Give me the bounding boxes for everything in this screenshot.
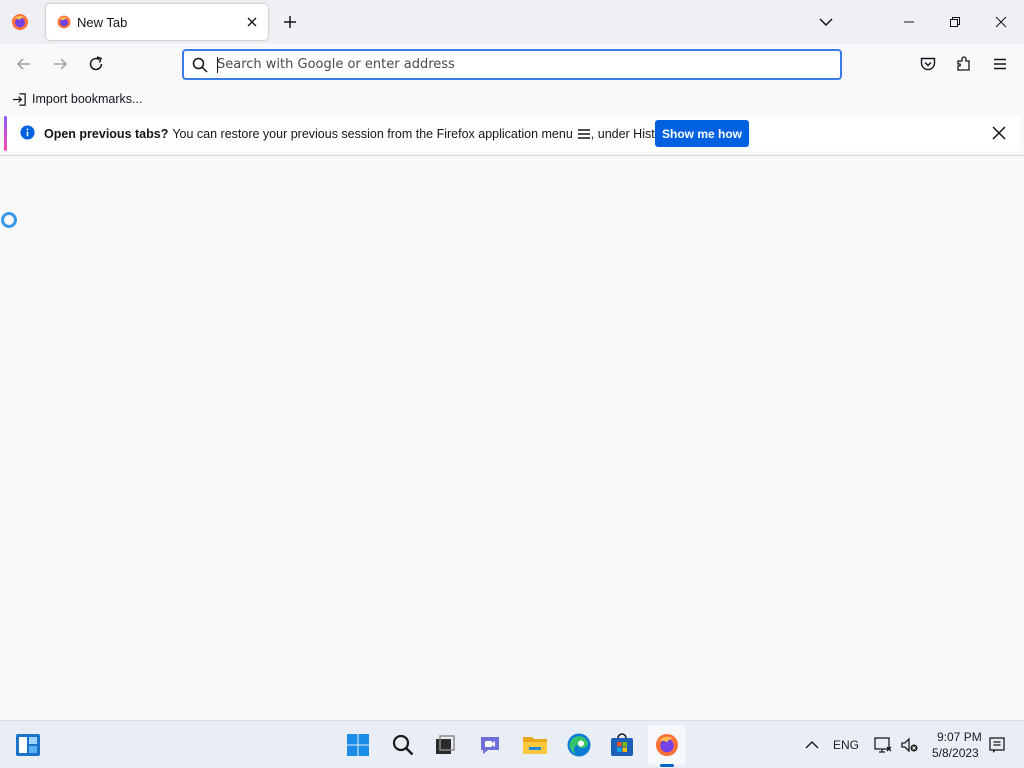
network-icon[interactable] <box>869 731 897 759</box>
volume-muted-icon[interactable] <box>895 731 923 759</box>
task-view-icon[interactable] <box>431 731 459 759</box>
notifications-icon[interactable] <box>983 731 1011 759</box>
chevron-down-icon[interactable] <box>816 12 836 32</box>
store-icon[interactable] <box>608 731 636 759</box>
restore-icon <box>950 17 960 27</box>
notification-title: Open previous tabs? <box>44 127 169 141</box>
restore-button[interactable] <box>932 0 978 44</box>
hamburger-menu-icon <box>577 129 590 139</box>
tab-strip: New Tab <box>0 0 1024 44</box>
close-window-button[interactable] <box>978 0 1024 44</box>
language-indicator[interactable]: ENG <box>833 738 859 752</box>
nav-bar <box>0 44 1024 86</box>
search-icon <box>191 56 209 74</box>
firefox-icon <box>56 14 72 30</box>
widgets-icon[interactable] <box>14 731 42 759</box>
show-me-how-button[interactable]: Show me how <box>655 120 749 147</box>
new-tab-icon[interactable] <box>280 12 300 32</box>
extensions-icon[interactable] <box>954 54 974 74</box>
edge-icon[interactable] <box>565 731 593 759</box>
file-explorer-icon[interactable] <box>521 731 549 759</box>
start-icon[interactable] <box>344 731 372 759</box>
import-bookmarks-button[interactable]: Import bookmarks... <box>12 90 142 108</box>
notification-body: You can restore your previous session fr… <box>172 127 573 141</box>
tab-title: New Tab <box>77 15 128 30</box>
loading-spinner-icon <box>0 211 20 231</box>
session-restore-notification: Open previous tabs? You can restore your… <box>4 116 1020 151</box>
taskbar-running-indicator <box>660 764 674 767</box>
close-icon <box>995 16 1007 28</box>
pocket-icon[interactable] <box>918 54 938 74</box>
import-icon <box>12 92 26 106</box>
back-arrow-icon[interactable] <box>14 54 34 74</box>
reload-icon[interactable] <box>86 54 106 74</box>
bookmarks-toolbar: Import bookmarks... <box>0 86 1024 112</box>
app-menu-icon[interactable] <box>990 54 1010 74</box>
import-bookmarks-label: Import bookmarks... <box>32 92 143 106</box>
firefox-view-icon[interactable] <box>10 12 30 32</box>
clock-date[interactable]: 5/8/2023 <box>932 746 979 760</box>
tab-new-tab[interactable]: New Tab <box>46 4 268 40</box>
notification-accent <box>4 116 7 151</box>
clock-time[interactable]: 9:07 PM <box>937 730 982 744</box>
chevron-up-icon[interactable] <box>798 731 826 759</box>
page-content <box>0 156 1024 720</box>
info-icon <box>20 125 35 140</box>
close-tab-icon[interactable] <box>244 14 260 30</box>
chat-icon[interactable] <box>476 731 504 759</box>
firefox-icon[interactable] <box>653 731 681 759</box>
close-notification-icon[interactable] <box>990 124 1008 142</box>
search-icon[interactable] <box>389 731 417 759</box>
forward-arrow-icon[interactable] <box>50 54 70 74</box>
notification-message: Open previous tabs? You can restore your… <box>44 127 675 141</box>
text-caret <box>217 57 218 73</box>
address-input[interactable] <box>217 51 817 78</box>
taskbar: ENG 9:07 PM 5/8/2023 <box>0 720 1024 768</box>
url-bar[interactable] <box>182 49 842 80</box>
minimize-icon <box>904 21 914 23</box>
minimize-button[interactable] <box>886 0 932 44</box>
